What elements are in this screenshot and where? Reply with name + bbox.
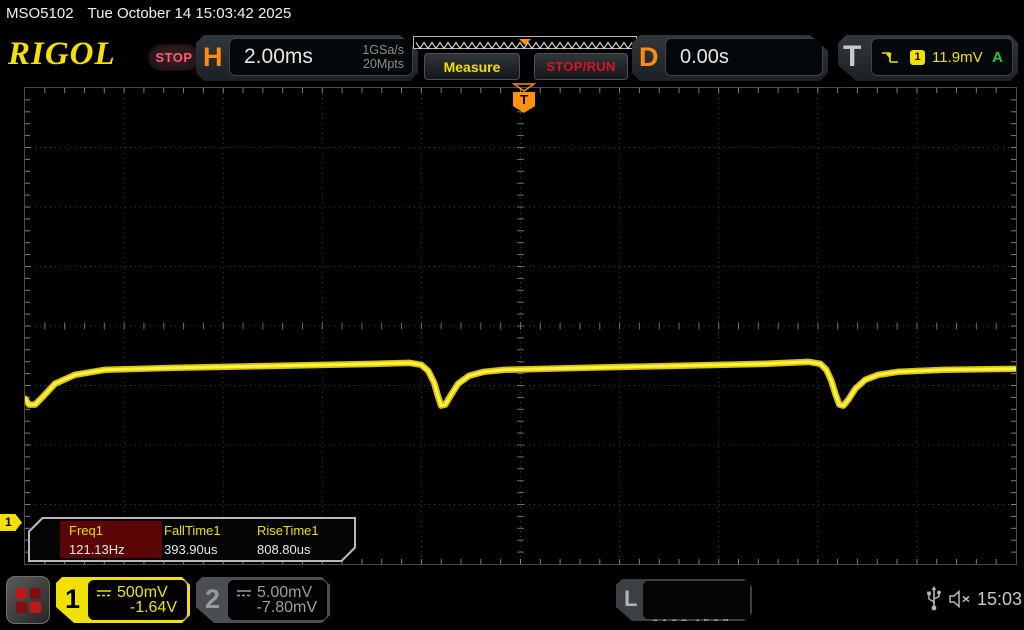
logic-row1: 0 1 2 3 4 5 6 7 <box>652 617 750 630</box>
logic-channels-badge[interactable]: L 0 1 2 3 4 5 6 7 8 9 1011 12131415 <box>616 579 752 621</box>
channel2-number: 2 <box>205 577 220 623</box>
delay-label: D <box>639 35 659 81</box>
timebase-zigzag <box>414 39 636 50</box>
trigger-marker-letter: T <box>520 92 528 107</box>
measurement-label: Freq1 <box>69 523 103 538</box>
measurement-value: 121.13Hz <box>69 542 125 557</box>
sample-rate: 1GSa/s <box>362 43 404 57</box>
falling-edge-icon <box>880 49 900 65</box>
usb-icon <box>926 586 942 612</box>
titlebar: MSO5102 Tue October 14 15:03:42 2025 <box>6 5 291 22</box>
channel1-ground-marker[interactable]: 1 <box>0 514 22 531</box>
run-state-badge: STOP <box>148 44 200 71</box>
delay-inner-box: 0.00s <box>665 38 823 76</box>
dc-coupling-icon <box>236 588 252 598</box>
channel2-info: 5.00mV -7.80mV <box>228 580 327 620</box>
trigger-label: T <box>843 35 861 81</box>
channel1-info: 500mV -1.64V <box>88 580 187 620</box>
trigger-inner-box: 1 11.9mV A <box>871 38 1013 76</box>
measurement-label: FallTime1 <box>164 523 221 538</box>
waveform-display-area[interactable] <box>24 87 1017 565</box>
horizontal-inner-box: 2.00ms 1GSa/s 20Mpts <box>229 38 413 76</box>
acquisition-info: 1GSa/s 20Mpts <box>362 43 404 71</box>
horizontal-label: H <box>203 35 223 81</box>
menu-button[interactable] <box>6 576 50 624</box>
channel1-number: 1 <box>65 577 80 623</box>
menu-grid-icon <box>16 588 41 613</box>
stop-run-button-label: STOP/RUN <box>546 59 615 74</box>
measurement-value: 393.90us <box>164 542 218 557</box>
trigger-position-marker[interactable]: T <box>509 83 539 115</box>
datetime: Tue October 14 15:03:42 2025 <box>88 5 292 22</box>
trigger-source-badge: 1 <box>910 50 925 65</box>
channel1-badge[interactable]: 1 500mV -1.64V <box>56 577 190 623</box>
timebase-position-bar[interactable] <box>413 36 637 49</box>
trigger-level-value: 11.9mV <box>932 49 983 66</box>
channel2-badge[interactable]: 2 5.00mV -7.80mV <box>196 577 330 623</box>
model-name: MSO5102 <box>6 5 74 22</box>
trigger-settings-tab[interactable]: T 1 11.9mV A <box>838 35 1018 81</box>
measure-button[interactable]: Measure <box>424 53 520 80</box>
measurement-panel-body: Freq1 121.13Hz FallTime1 393.90us RiseTi… <box>30 519 354 560</box>
waveform-plot <box>25 88 1016 564</box>
timebase-value: 2.00ms <box>244 39 313 75</box>
memory-depth: 20Mpts <box>362 57 404 71</box>
logic-label: L <box>624 579 637 621</box>
delay-value: 0.00s <box>680 39 729 75</box>
rigol-logo: RIGOL <box>8 36 116 73</box>
dc-coupling-icon <box>96 588 112 598</box>
clock: 15:03 <box>977 589 1022 610</box>
stop-run-button[interactable]: STOP/RUN <box>534 53 628 80</box>
channel2-offset: -7.80mV <box>257 599 317 617</box>
measure-button-label: Measure <box>444 59 501 75</box>
measurement-value: 808.80us <box>257 542 311 557</box>
run-state-label: STOP <box>155 50 192 65</box>
logic-channel-list: 0 1 2 3 4 5 6 7 8 9 1011 12131415 <box>643 581 750 619</box>
channel1-offset: -1.64V <box>130 599 177 617</box>
speaker-muted-icon[interactable] <box>948 590 973 608</box>
measurement-label: RiseTime1 <box>257 523 319 538</box>
oscilloscope-screen: MSO5102 Tue October 14 15:03:42 2025 RIGO… <box>0 0 1024 630</box>
delay-settings-tab[interactable]: D 0.00s <box>632 35 828 81</box>
measurement-panel[interactable]: Freq1 121.13Hz FallTime1 393.90us RiseTi… <box>28 517 356 562</box>
trigger-mode: A <box>992 49 1003 66</box>
horizontal-settings-tab[interactable]: H 2.00ms 1GSa/s 20Mpts <box>196 35 418 81</box>
